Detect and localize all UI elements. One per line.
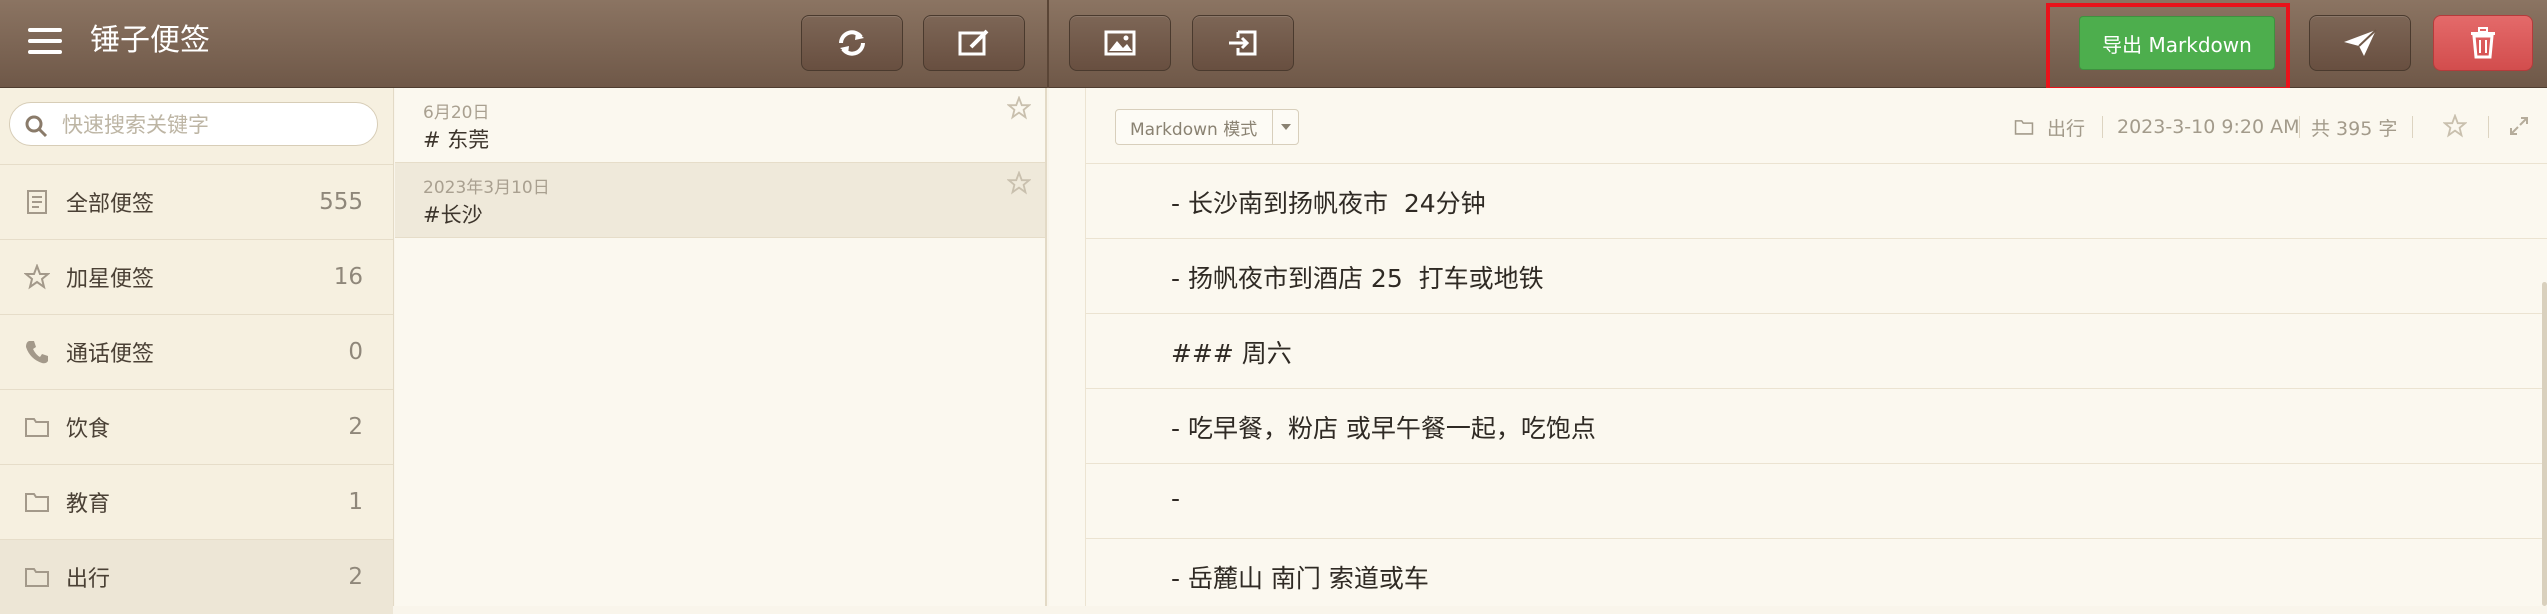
editor-line[interactable]: - 吃早餐，粉店 或早午餐一起，吃饱点 — [1086, 388, 2547, 463]
editor: Markdown 模式 出行 2023-3-10 9:20 AM 共 395 字… — [1049, 88, 2547, 606]
sync-icon — [839, 30, 865, 56]
editor-line-text: - 岳麓山 南门 索道或车 — [1171, 564, 1429, 593]
menu-icon[interactable] — [28, 28, 62, 54]
delete-button[interactable] — [2433, 15, 2533, 71]
search-box[interactable] — [9, 102, 378, 146]
folder-icon — [2014, 120, 2034, 135]
note-date: 2023年3月10日 — [423, 178, 550, 198]
folder-icon — [25, 568, 49, 587]
send-icon — [2344, 29, 2377, 56]
document-icon — [27, 190, 47, 214]
send-button[interactable] — [2309, 15, 2411, 71]
meta-divider — [2299, 116, 2300, 138]
editor-line-text: ### 周六 — [1171, 339, 1292, 368]
app-title: 锤子便签 — [90, 23, 210, 58]
import-icon — [1229, 30, 1257, 56]
sidebar-item-calls[interactable]: 通话便签 0 — [0, 314, 393, 389]
folder-icon — [25, 418, 49, 437]
search-input[interactable] — [62, 109, 362, 141]
sidebar-item-count: 0 — [348, 339, 363, 365]
image-icon — [1104, 30, 1136, 56]
sidebar-item-label: 全部便签 — [66, 192, 155, 217]
phone-icon — [26, 341, 48, 364]
sidebar-item-count: 2 — [348, 564, 363, 590]
note-datetime: 2023-3-10 9:20 AM — [2117, 116, 2300, 138]
sync-button[interactable] — [801, 15, 903, 71]
editor-line[interactable]: - 扬帆夜市到酒店 25 打车或地铁 — [1086, 238, 2547, 313]
mode-select-value: Markdown 模式 — [1130, 119, 1258, 140]
sidebar-item-count: 1 — [348, 489, 363, 515]
note-title: #长沙 — [423, 203, 483, 227]
sidebar-item-label: 加星便签 — [66, 267, 155, 292]
trash-icon — [2471, 27, 2495, 59]
word-count: 共 395 字 — [2311, 117, 2398, 140]
search-icon — [25, 115, 48, 138]
editor-scrollbar[interactable] — [2542, 282, 2547, 606]
mode-select[interactable]: Markdown 模式 — [1115, 109, 1299, 145]
sidebar: 全部便签 555 加星便签 16 通话便签 0 饮食 2 教育 1 出行 2 — [0, 88, 394, 614]
editor-line-text: - 长沙南到扬帆夜市 24分钟 — [1171, 189, 1486, 218]
expand-icon[interactable] — [2509, 116, 2529, 136]
star-icon[interactable] — [1007, 96, 1031, 120]
import-button[interactable] — [1192, 15, 1294, 71]
note-title: # 东莞 — [423, 128, 490, 152]
note-list-item[interactable]: 2023年3月10日 #长沙 — [395, 163, 1045, 238]
sidebar-item-label: 通话便签 — [66, 342, 155, 367]
edit-icon — [958, 29, 989, 56]
sidebar-item-starred[interactable]: 加星便签 16 — [0, 239, 393, 314]
editor-line-text: - 扬帆夜市到酒店 25 打车或地铁 — [1171, 264, 1544, 293]
sidebar-item-all-notes[interactable]: 全部便签 555 — [0, 164, 393, 239]
top-toolbar: 锤子便签 导出 Markdown — [0, 0, 2547, 91]
note-list: 6月20日 # 东莞 2023年3月10日 #长沙 — [395, 88, 1047, 606]
folder-icon — [25, 493, 49, 512]
star-icon[interactable] — [1007, 171, 1031, 195]
sidebar-item-count: 2 — [348, 414, 363, 440]
sidebar-item-food[interactable]: 饮食 2 — [0, 389, 393, 464]
note-folder[interactable]: 出行 — [2013, 112, 2085, 142]
insert-image-button[interactable] — [1069, 15, 1171, 71]
note-folder-label: 出行 — [2047, 117, 2086, 140]
meta-divider — [2102, 116, 2103, 138]
sidebar-item-count: 16 — [333, 264, 363, 290]
sidebar-item-education[interactable]: 教育 1 — [0, 464, 393, 539]
star-icon — [24, 264, 50, 290]
chevron-down-icon — [1272, 110, 1298, 144]
sidebar-item-label: 饮食 — [66, 417, 111, 442]
sidebar-item-count: 555 — [319, 189, 363, 215]
toolbar-divider — [1047, 0, 1049, 88]
note-date: 6月20日 — [423, 103, 490, 123]
meta-divider — [2412, 116, 2413, 138]
meta-divider — [2488, 116, 2489, 138]
editor-line[interactable]: - — [1086, 463, 2547, 538]
star-icon[interactable] — [2443, 114, 2467, 138]
sidebar-item-travel[interactable]: 出行 2 — [0, 539, 393, 614]
editor-line[interactable]: ### 周六 — [1086, 313, 2547, 388]
note-list-item[interactable]: 6月20日 # 东莞 — [395, 88, 1045, 163]
new-note-button[interactable] — [923, 15, 1025, 71]
sidebar-item-label: 出行 — [66, 567, 111, 592]
editor-line-text: - 吃早餐，粉店 或早午餐一起，吃饱点 — [1171, 414, 1596, 443]
editor-line-text: - — [1171, 484, 1181, 513]
editor-line[interactable]: - 岳麓山 南门 索道或车 — [1086, 538, 2547, 613]
sidebar-item-label: 教育 — [66, 492, 111, 517]
editor-line[interactable]: - 长沙南到扬帆夜市 24分钟 — [1086, 163, 2547, 238]
highlight-box — [2046, 3, 2290, 91]
editor-gutter — [1049, 88, 1086, 606]
